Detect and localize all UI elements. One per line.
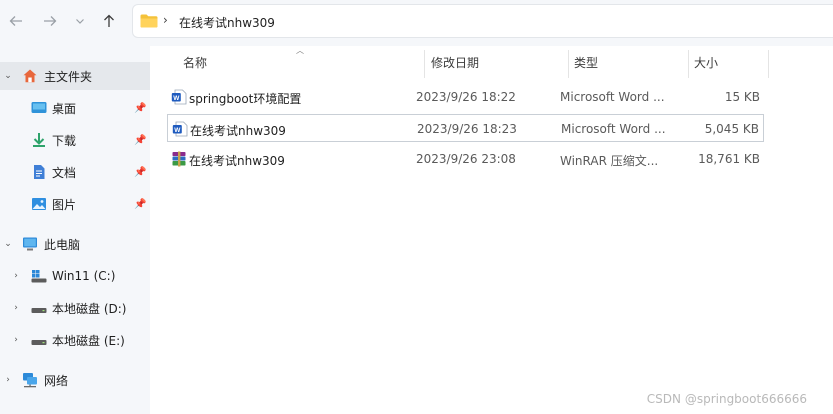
watermark: CSDN @springboot666666: [646, 392, 807, 406]
document-icon: [34, 165, 45, 179]
file-name: springboot环境配置: [189, 92, 302, 106]
svg-text:W: W: [173, 95, 180, 102]
table-row[interactable]: W 在线考试nhw309 2023/9/26 18:23 Microsoft W…: [167, 114, 764, 142]
pin-icon[interactable]: 📌: [134, 199, 146, 210]
sidebar-item-label: 主文件夹: [44, 69, 93, 84]
picture-icon: [32, 198, 46, 210]
file-modified: 2023/9/26 23:08: [416, 152, 516, 166]
back-button[interactable]: [4, 10, 28, 32]
column-divider[interactable]: [688, 50, 689, 78]
file-type: WinRAR 压缩文...: [560, 154, 659, 168]
computer-icon: [23, 237, 37, 251]
download-icon: [33, 133, 45, 147]
expand-chevron-icon[interactable]: ›: [10, 271, 22, 281]
pin-icon[interactable]: 📌: [134, 103, 146, 114]
expand-chevron-icon[interactable]: ⌄: [2, 71, 14, 81]
column-header-name[interactable]: 名称: [183, 54, 207, 78]
sidebar-item-documents[interactable]: 文档 📌: [0, 158, 150, 186]
sidebar-item-label: 本地磁盘 (E:): [52, 333, 125, 348]
sidebar-item-label: 图片: [52, 197, 77, 212]
sort-ascending-icon: ︿: [296, 46, 304, 55]
home-icon: [23, 69, 37, 83]
word-doc-icon: W: [171, 89, 187, 105]
breadcrumb-separator: ›: [163, 13, 168, 27]
column-header-type[interactable]: 类型: [574, 54, 598, 78]
up-button[interactable]: [97, 10, 121, 32]
pin-icon[interactable]: 📌: [134, 167, 146, 178]
sidebar-item-this-pc[interactable]: ⌄ 此电脑: [0, 230, 150, 258]
file-type: Microsoft Word ...: [561, 122, 666, 136]
arrow-up-icon: [104, 14, 114, 27]
file-size: 5,045 KB: [704, 122, 759, 136]
sidebar-item-label: 网络: [44, 373, 69, 388]
forward-button[interactable]: [38, 10, 62, 32]
file-modified: 2023/9/26 18:23: [417, 122, 517, 136]
navigation-bar: › 在线考试nhw309: [0, 0, 833, 46]
table-row[interactable]: 在线考试nhw309 2023/9/26 23:08 WinRAR 压缩文...…: [167, 145, 764, 173]
sidebar-item-label: 此电脑: [44, 237, 81, 252]
sidebar-item-drive-c[interactable]: › Win11 (C:): [0, 262, 150, 290]
column-divider[interactable]: [568, 50, 569, 78]
file-modified: 2023/9/26 18:22: [416, 90, 516, 104]
sidebar-item-drive-d[interactable]: › 本地磁盘 (D:): [0, 294, 150, 322]
expand-chevron-icon[interactable]: ⌄: [2, 239, 14, 249]
file-name: 在线考试nhw309: [190, 124, 286, 138]
arrow-left-icon: [9, 16, 22, 26]
sidebar-item-label: 桌面: [52, 101, 77, 116]
arrow-right-icon: [44, 16, 57, 26]
file-list: ︿ 名称 修改日期 类型 大小 W springboot环境配置 2023/9/…: [152, 46, 833, 414]
sidebar-item-label: 文档: [52, 165, 77, 180]
network-icon: [23, 373, 37, 388]
column-header-modified[interactable]: 修改日期: [431, 54, 479, 78]
sidebar-item-pictures[interactable]: 图片 📌: [0, 190, 150, 218]
chevron-down-icon: [76, 19, 84, 24]
file-size: 15 KB: [724, 90, 760, 104]
sidebar-item-label: Win11 (C:): [52, 269, 116, 283]
file-name: 在线考试nhw309: [189, 154, 285, 168]
address-bar[interactable]: › 在线考试nhw309: [132, 4, 833, 38]
svg-text:W: W: [174, 127, 181, 134]
word-doc-icon: W: [172, 121, 188, 137]
expand-chevron-icon[interactable]: ›: [2, 375, 14, 385]
expand-chevron-icon[interactable]: ›: [10, 335, 22, 345]
table-row[interactable]: W springboot环境配置 2023/9/26 18:22 Microso…: [167, 83, 764, 111]
sidebar-item-home[interactable]: ⌄ 主文件夹: [0, 62, 150, 90]
navigation-pane: ⌄ 主文件夹 桌面 📌 下载 📌 文档 📌 图片 📌 ⌄ 此电脑 › Win11…: [0, 46, 150, 414]
expand-chevron-icon[interactable]: ›: [10, 303, 22, 313]
file-type: Microsoft Word ...: [560, 90, 665, 104]
sidebar-item-drive-e[interactable]: › 本地磁盘 (E:): [0, 326, 150, 354]
column-divider[interactable]: [768, 50, 769, 78]
drive-icon: [31, 308, 47, 313]
windows-drive-icon: [31, 270, 47, 283]
column-divider[interactable]: [424, 50, 425, 78]
pin-icon[interactable]: 📌: [134, 135, 146, 146]
breadcrumb-current[interactable]: 在线考试nhw309: [179, 14, 275, 31]
sidebar-item-downloads[interactable]: 下载 📌: [0, 126, 150, 154]
file-size: 18,761 KB: [698, 152, 760, 166]
desktop-icon: [31, 102, 47, 113]
sidebar-item-desktop[interactable]: 桌面 📌: [0, 94, 150, 122]
sidebar-item-label: 下载: [52, 133, 77, 148]
sidebar-item-label: 本地磁盘 (D:): [52, 301, 127, 316]
recent-locations-button[interactable]: [68, 10, 92, 32]
winrar-archive-icon: [172, 151, 186, 167]
sidebar-item-network[interactable]: › 网络: [0, 366, 150, 394]
column-header-size[interactable]: 大小: [694, 54, 718, 78]
folder-icon: [140, 14, 158, 28]
drive-icon: [31, 340, 47, 345]
